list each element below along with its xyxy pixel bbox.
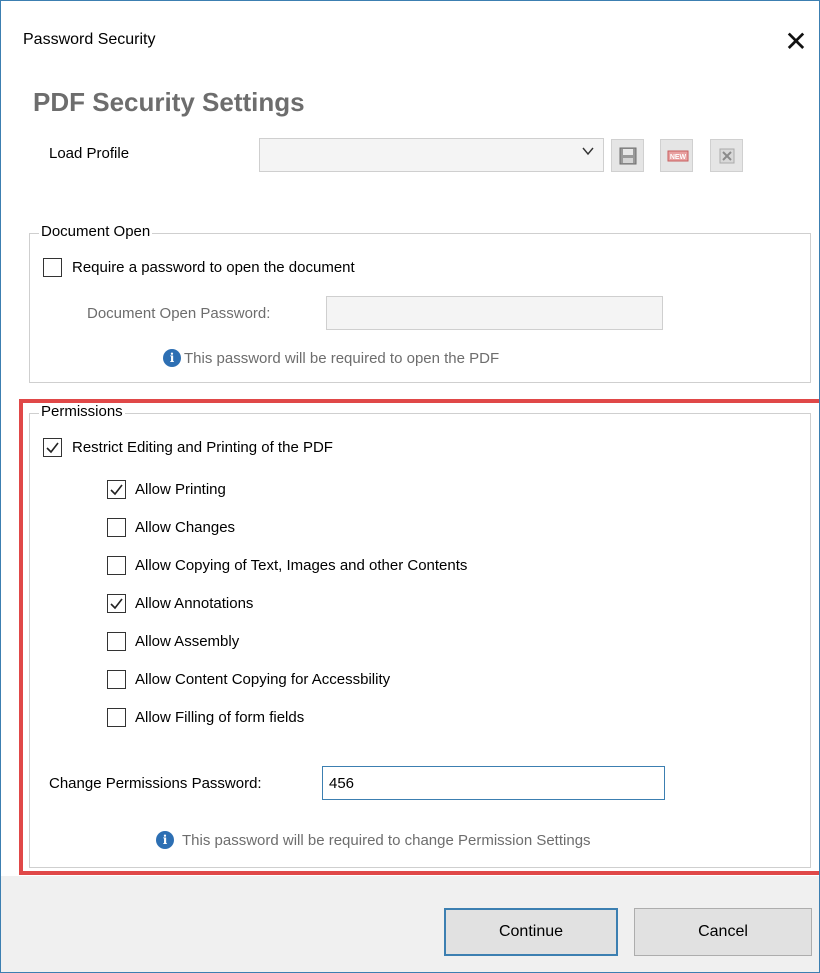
new-profile-button[interactable]: NEW xyxy=(660,139,693,172)
close-icon[interactable]: ✕ xyxy=(773,19,819,65)
document-open-password-input[interactable] xyxy=(327,297,662,329)
password-security-dialog: Password Security ✕ PDF Security Setting… xyxy=(0,0,820,973)
cancel-button[interactable]: Cancel xyxy=(634,908,812,956)
document-open-group-title: Document Open xyxy=(39,223,153,240)
delete-profile-button[interactable] xyxy=(710,139,743,172)
chevron-down-icon xyxy=(581,144,595,163)
info-icon: i xyxy=(163,349,181,367)
document-open-password-field[interactable] xyxy=(326,296,663,330)
dialog-footer: Continue Cancel xyxy=(1,876,819,972)
document-open-password-label: Document Open Password: xyxy=(87,305,271,322)
load-profile-select[interactable] xyxy=(259,138,604,172)
svg-text:NEW: NEW xyxy=(670,154,687,161)
load-profile-label: Load Profile xyxy=(49,145,130,162)
require-open-password-checkbox[interactable] xyxy=(43,258,62,277)
continue-button[interactable]: Continue xyxy=(444,908,618,956)
title-bar: Password Security ✕ xyxy=(1,1,819,83)
page-title: PDF Security Settings xyxy=(33,87,305,117)
window-title: Password Security xyxy=(23,31,156,48)
permissions-highlight xyxy=(19,399,819,875)
require-open-password-label: Require a password to open the document xyxy=(72,259,355,276)
save-profile-button[interactable] xyxy=(611,139,644,172)
document-open-info-text: This password will be required to open t… xyxy=(184,350,500,367)
